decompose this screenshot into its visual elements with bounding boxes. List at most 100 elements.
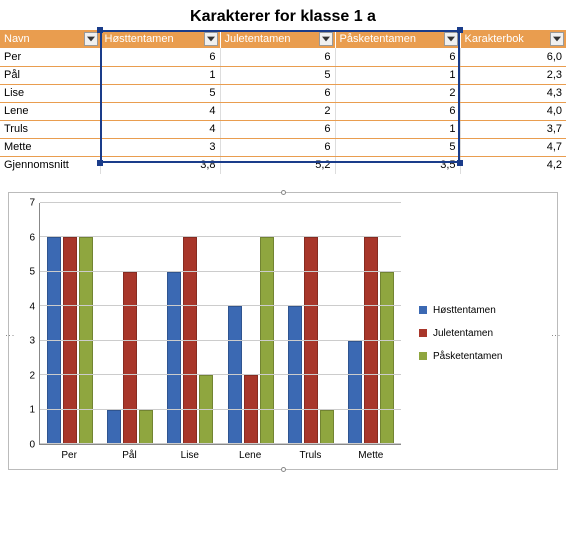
cell-host[interactable]: 3	[100, 138, 220, 156]
cell-bok[interactable]: 3,7	[460, 120, 566, 138]
col-header-name[interactable]: Navn	[0, 30, 100, 48]
cell-bok[interactable]: 2,3	[460, 66, 566, 84]
col-header-host[interactable]: Høsttentamen	[100, 30, 220, 48]
chart-x-label: Lise	[160, 447, 220, 463]
cell-name[interactable]: Truls	[0, 120, 100, 138]
chart-bar[interactable]	[167, 272, 181, 444]
cell-jule[interactable]: 6	[220, 138, 335, 156]
cell-name[interactable]: Per	[0, 48, 100, 66]
cell-name[interactable]: Pål	[0, 66, 100, 84]
table-row[interactable]: Truls4613,7	[0, 120, 566, 138]
chart-bar[interactable]	[107, 410, 121, 444]
chart-y-tick: 6	[21, 232, 35, 243]
cell-jule[interactable]: 6	[220, 120, 335, 138]
chart-bar[interactable]	[320, 410, 334, 444]
chart-bar[interactable]	[139, 410, 153, 444]
chart-legend-item[interactable]: Juletentamen	[419, 328, 503, 339]
table-row[interactable]: Lise5624,3	[0, 84, 566, 102]
chart-bar[interactable]	[199, 375, 213, 444]
col-header-paske[interactable]: Påsketentamen	[335, 30, 460, 48]
chart-gridline	[40, 236, 401, 237]
cell-paske[interactable]: 5	[335, 138, 460, 156]
chart-resize-handle-left[interactable]: ⋮	[5, 331, 15, 342]
col-header-jule[interactable]: Juletentamen	[220, 30, 335, 48]
chart-bar[interactable]	[260, 237, 274, 444]
chart-bar[interactable]	[244, 375, 258, 444]
cell-summary-jule[interactable]: 5,2	[220, 156, 335, 174]
chart-bar[interactable]	[183, 237, 197, 444]
chart-bar[interactable]	[123, 272, 137, 444]
chart-bar[interactable]	[63, 237, 77, 444]
filter-dropdown-icon[interactable]	[444, 32, 458, 46]
embedded-chart[interactable]: ⋮ ⋮ 01234567 PerPålLiseLeneTrulsMette Hø…	[8, 192, 558, 470]
table-row[interactable]: Pål1512,3	[0, 66, 566, 84]
cell-name[interactable]: Lene	[0, 102, 100, 120]
filter-dropdown-icon[interactable]	[550, 32, 564, 46]
cell-bok[interactable]: 4,7	[460, 138, 566, 156]
chart-y-tick: 1	[21, 405, 35, 416]
cell-host[interactable]: 4	[100, 102, 220, 120]
cell-jule[interactable]: 5	[220, 66, 335, 84]
cell-host[interactable]: 1	[100, 66, 220, 84]
cell-bok[interactable]: 4,0	[460, 102, 566, 120]
filter-dropdown-icon[interactable]	[84, 32, 98, 46]
chart-bar[interactable]	[79, 237, 93, 444]
cell-paske[interactable]: 1	[335, 66, 460, 84]
page-title: Karakterer for klasse 1 a	[0, 0, 566, 30]
table-row[interactable]: Mette3654,7	[0, 138, 566, 156]
chart-y-tick: 2	[21, 370, 35, 381]
chart-gridline	[40, 271, 401, 272]
chart-y-tick: 4	[21, 301, 35, 312]
table-row[interactable]: Lene4264,0	[0, 102, 566, 120]
chart-bar[interactable]	[47, 237, 61, 444]
cell-paske[interactable]: 6	[335, 48, 460, 66]
cell-summary-host[interactable]: 3,8	[100, 156, 220, 174]
chart-y-tick: 5	[21, 267, 35, 278]
chart-gridline	[40, 305, 401, 306]
cell-paske[interactable]: 2	[335, 84, 460, 102]
filter-dropdown-icon[interactable]	[319, 32, 333, 46]
chart-y-tick: 0	[21, 440, 35, 451]
cell-jule[interactable]: 2	[220, 102, 335, 120]
cell-summary-paske[interactable]: 3,5	[335, 156, 460, 174]
chart-legend: Høsttentamen Juletentamen Påsketentamen	[401, 203, 511, 463]
col-header-bok[interactable]: Karakterbok	[460, 30, 566, 48]
cell-summary-bok[interactable]: 4,2	[460, 156, 566, 174]
cell-host[interactable]: 6	[100, 48, 220, 66]
legend-swatch-icon	[419, 306, 427, 314]
chart-plot-area	[39, 203, 401, 445]
cell-bok[interactable]: 4,3	[460, 84, 566, 102]
chart-bar[interactable]	[364, 237, 378, 444]
chart-x-label: Lene	[220, 447, 280, 463]
chart-x-label: Mette	[341, 447, 401, 463]
chart-y-axis: 01234567	[21, 203, 37, 445]
cell-name[interactable]: Mette	[0, 138, 100, 156]
chart-legend-item[interactable]: Høsttentamen	[419, 305, 503, 316]
cell-jule[interactable]: 6	[220, 48, 335, 66]
col-header-label: Høsttentamen	[105, 33, 174, 45]
chart-gridline	[40, 374, 401, 375]
chart-x-label: Truls	[280, 447, 340, 463]
table-row[interactable]: Per6666,0	[0, 48, 566, 66]
cell-host[interactable]: 5	[100, 84, 220, 102]
legend-label: Juletentamen	[433, 328, 493, 339]
cell-paske[interactable]: 1	[335, 120, 460, 138]
cell-paske[interactable]: 6	[335, 102, 460, 120]
filter-dropdown-icon[interactable]	[204, 32, 218, 46]
cell-bok[interactable]: 6,0	[460, 48, 566, 66]
chart-bar[interactable]	[304, 237, 318, 444]
chart-bar[interactable]	[380, 272, 394, 444]
cell-jule[interactable]: 6	[220, 84, 335, 102]
chart-gridline	[40, 340, 401, 341]
cell-name[interactable]: Lise	[0, 84, 100, 102]
chart-x-label: Per	[39, 447, 99, 463]
cell-summary-label[interactable]: Gjennomsnitt	[0, 156, 100, 174]
chart-bar[interactable]	[348, 341, 362, 444]
chart-x-label: Pål	[99, 447, 159, 463]
col-header-label: Navn	[4, 33, 30, 45]
chart-legend-item[interactable]: Påsketentamen	[419, 351, 503, 362]
chart-resize-handle-right[interactable]: ⋮	[551, 331, 561, 342]
cell-host[interactable]: 4	[100, 120, 220, 138]
table-summary-row[interactable]: Gjennomsnitt3,85,23,54,2	[0, 156, 566, 174]
legend-swatch-icon	[419, 352, 427, 360]
